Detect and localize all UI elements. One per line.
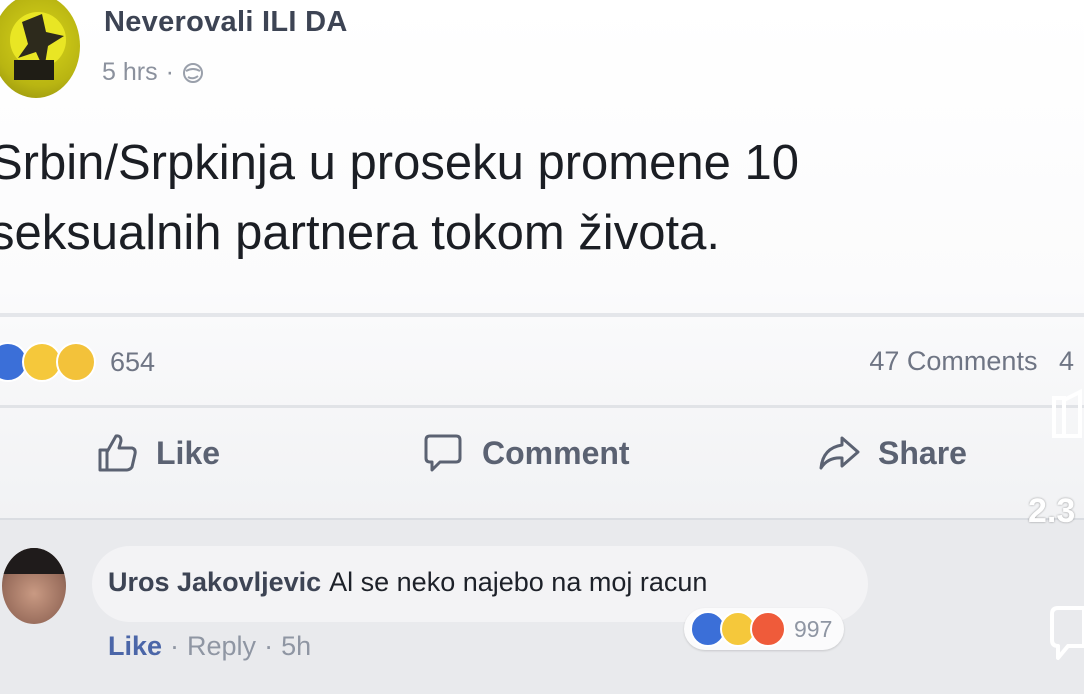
- comment-actions: Like · Reply · 5h: [108, 631, 311, 662]
- wow-reaction-icon: [56, 342, 96, 382]
- angry-reaction-icon: [750, 611, 786, 647]
- post-text: Srbin/Srpkinja u proseku promene 10 seks…: [0, 128, 1070, 268]
- comment-author[interactable]: Uros Jakovljevic: [108, 567, 321, 597]
- comments-count: 47 Comments: [869, 346, 1038, 376]
- post-meta: 5 hrs ·: [102, 58, 204, 87]
- comment-text: Al se neko najebo na moj racun: [329, 567, 708, 597]
- comments-count-link[interactable]: 47 Comments 4: [869, 346, 1074, 377]
- comment-dot: ·: [170, 631, 180, 661]
- thumbs-up-icon: [98, 434, 137, 472]
- divider: [0, 405, 1084, 408]
- comments-count-extra: 4: [1058, 346, 1074, 376]
- page-name[interactable]: Neverovali ILI DA: [104, 6, 348, 39]
- share-arrow-icon: [819, 436, 860, 470]
- like-label: Like: [156, 434, 221, 471]
- comment-button[interactable]: Comment: [420, 430, 630, 476]
- comment-reply-button[interactable]: Reply: [187, 631, 256, 662]
- overlay-like-icon[interactable]: [1044, 386, 1084, 444]
- reaction-summary[interactable]: 654: [0, 342, 155, 382]
- post-time[interactable]: 5 hrs: [102, 58, 158, 87]
- like-button[interactable]: Like: [94, 430, 220, 476]
- comment-bubble-icon: [424, 434, 462, 472]
- divider: [0, 313, 1084, 317]
- overlay-comment-icon[interactable]: [1044, 600, 1084, 670]
- share-button[interactable]: Share: [816, 430, 967, 476]
- post-text-line: seksualnih partnera tokom života.: [0, 206, 720, 260]
- share-label: Share: [878, 434, 967, 471]
- reaction-count: 654: [110, 346, 156, 377]
- avatar-hair: [2, 548, 66, 574]
- overlay-like-count: 2.3: [1028, 492, 1076, 530]
- post-actions: Like Comment Share: [0, 430, 1000, 494]
- meta-separator: ·: [165, 58, 174, 86]
- comment-line: Uros Jakovljevic Al se neko najebo na moj…: [108, 567, 707, 598]
- comment-like-button[interactable]: Like: [108, 631, 162, 662]
- comment-reaction-summary[interactable]: 997: [684, 608, 845, 650]
- comment-time[interactable]: 5h: [281, 631, 311, 662]
- commenter-avatar[interactable]: [2, 548, 66, 624]
- globe-icon: [182, 62, 203, 83]
- comment-dot: ·: [264, 631, 274, 661]
- post-text-line: Srbin/Srpkinja u proseku promene 10: [0, 136, 799, 190]
- comment-reaction-count: 997: [794, 615, 833, 642]
- comment-label: Comment: [482, 434, 630, 471]
